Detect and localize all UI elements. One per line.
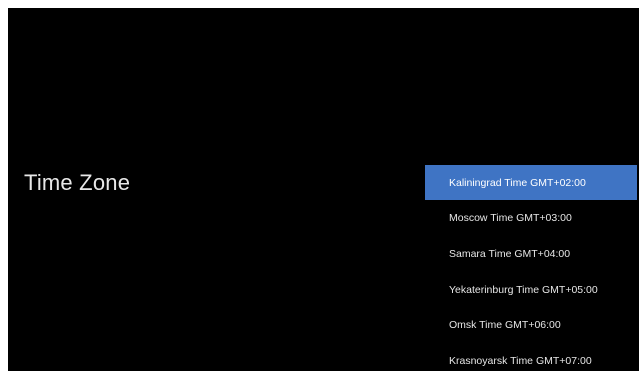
timezone-option-kaliningrad[interactable]: Kaliningrad Time GMT+02:00 (425, 165, 637, 200)
timezone-option-omsk[interactable]: Omsk Time GMT+06:00 (425, 307, 637, 342)
timezone-option-krasnoyarsk[interactable]: Krasnoyarsk Time GMT+07:00 (425, 343, 637, 371)
timezone-option-yekaterinburg[interactable]: Yekaterinburg Time GMT+05:00 (425, 272, 637, 307)
timezone-option-samara[interactable]: Samara Time GMT+04:00 (425, 236, 637, 271)
timezone-list: Kaliningrad Time GMT+02:00 Moscow Time G… (425, 8, 639, 371)
tv-screen: Time Zone Kaliningrad Time GMT+02:00 Mos… (8, 8, 639, 371)
timezone-option-moscow[interactable]: Moscow Time GMT+03:00 (425, 200, 637, 235)
page-title: Time Zone (24, 170, 131, 195)
